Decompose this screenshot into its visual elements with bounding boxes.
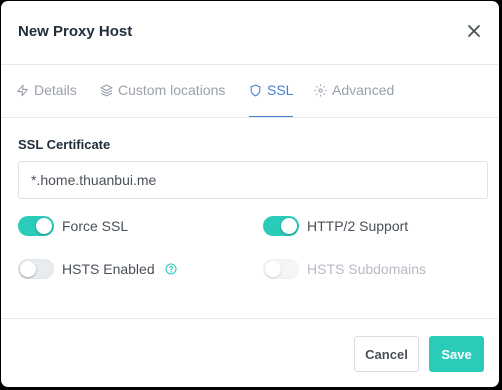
modal-title: New Proxy Host [18,23,133,40]
gear-icon [314,84,327,96]
new-proxy-host-modal: New Proxy Host Details Custom locations … [1,1,499,387]
force-ssl-row: Force SSL [18,216,128,236]
http2-support-toggle[interactable] [263,216,299,236]
http2-row: HTTP/2 Support [263,216,408,236]
hsts-enabled-label: HSTS Enabled [62,261,155,277]
modal-footer: Cancel Save [1,318,499,387]
hsts-subdomains-label: HSTS Subdomains [307,261,427,277]
cancel-button[interactable]: Cancel [354,336,419,372]
help-icon[interactable] [165,263,177,275]
close-icon[interactable] [466,23,482,39]
layers-icon [100,84,113,96]
tab-custom-locations-label: Custom locations [118,82,226,98]
ssl-certificate-field[interactable] [18,161,488,199]
tab-details-label: Details [34,82,77,98]
http2-support-label: HTTP/2 Support [307,218,409,234]
zap-icon [17,84,28,96]
ssl-certificate-label: SSL Certificate [18,137,111,152]
tab-ssl[interactable]: SSL [249,64,294,117]
tab-ssl-label: SSL [267,82,294,98]
tab-advanced[interactable]: Advanced [314,64,394,116]
shield-icon [250,84,261,96]
force-ssl-label: Force SSL [62,218,129,234]
save-button[interactable]: Save [429,336,484,372]
hsts-subdomains-row: HSTS Subdomains [263,259,426,279]
ssl-panel: SSL Certificate Force SSL HTTP/2 Support… [1,118,499,318]
modal-header: New Proxy Host [1,1,499,65]
tab-bar: Details Custom locations SSL Advanced [1,64,499,118]
hsts-subdomains-toggle [263,259,299,279]
tab-advanced-label: Advanced [332,82,395,98]
hsts-enabled-toggle[interactable] [18,259,54,279]
tab-custom-locations[interactable]: Custom locations [100,64,225,116]
tab-details[interactable]: Details [16,64,77,116]
force-ssl-toggle[interactable] [18,216,54,236]
hsts-row: HSTS Enabled [18,259,177,279]
